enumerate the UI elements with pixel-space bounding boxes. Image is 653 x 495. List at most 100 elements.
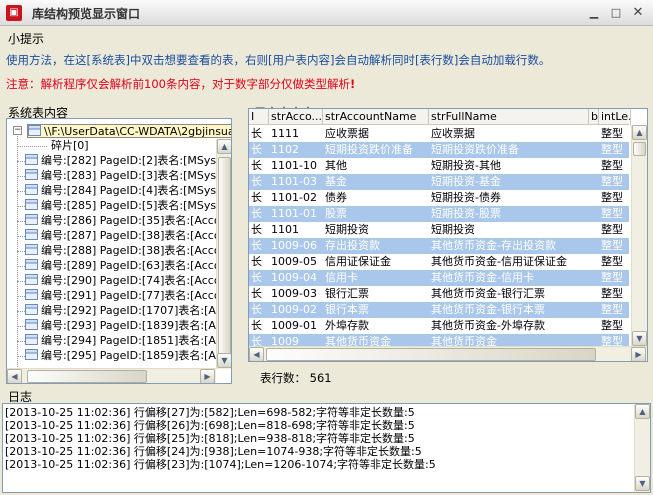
scroll-up-icon[interactable]: ▲ (632, 125, 647, 140)
tree-vscrollbar[interactable]: ▲ ▼ (216, 139, 231, 369)
tree-item[interactable]: 编号:[288] PageID:[38]表名:[Accou (25, 244, 228, 258)
tree-item-label: 编号:[293] PageID:[1839]表名:[Acc (41, 319, 228, 332)
table-cell (589, 302, 599, 318)
table-cell: 长 (251, 319, 262, 332)
column-header[interactable]: strFullName (429, 109, 589, 125)
scroll-down-icon[interactable]: ▼ (632, 331, 647, 346)
table-cell: 债券 (325, 191, 347, 204)
table-cell: 长 (251, 303, 262, 316)
user-table-grid[interactable]: I strAcco... strAccountName strFullName … (248, 108, 648, 362)
scroll-left-icon[interactable]: ◀ (249, 347, 264, 361)
table-cell (589, 142, 599, 158)
table-cell (589, 318, 599, 334)
column-header[interactable]: b (589, 109, 599, 125)
table-row[interactable]: 长 1009-01 外埠存款 其他货币资金-外埠存款 整型 (249, 318, 629, 334)
database-icon (28, 125, 41, 136)
grid-hscroll-thumb[interactable] (266, 348, 596, 361)
table-cell: 其他 (325, 159, 347, 172)
tree-vscroll-thumb[interactable] (218, 157, 231, 357)
table-icon (25, 199, 38, 210)
tree-item[interactable]: 编号:[285] PageID:[5]表名:[MSysR (25, 199, 224, 213)
tree-item-label: 编号:[295] PageID:[1859]表名:[Acc (41, 349, 228, 362)
tree-item[interactable]: 编号:[294] PageID:[1851]表名:[Acc (25, 334, 228, 348)
collapse-icon[interactable]: − (13, 126, 22, 135)
column-header[interactable]: strAccountName (323, 109, 429, 125)
table-cell: 长 (251, 175, 262, 188)
scroll-down-icon[interactable]: ▼ (217, 353, 231, 368)
grid-hscrollbar[interactable]: ◀ ▶ (249, 346, 647, 361)
table-cell (589, 222, 599, 238)
tree-item[interactable]: 编号:[292] PageID:[1707]表名:[Acc (25, 304, 228, 318)
column-header[interactable]: strAcco... (269, 109, 323, 125)
tree-item[interactable]: 编号:[293] PageID:[1839]表名:[Acc (25, 319, 228, 333)
tree-item[interactable]: 编号:[287] PageID:[38]表名:[Accou (25, 229, 228, 243)
tree-item[interactable]: 编号:[290] PageID:[74]表名:[Accou (25, 274, 228, 288)
table-cell: 1102 (271, 143, 299, 156)
table-row[interactable]: 长 1009-04 信用卡 其他货币资金-信用卡 整型 (249, 270, 629, 286)
table-cell: 长 (251, 223, 262, 236)
log-panel[interactable]: [2013-10-25 11:02:36] 行偏移[27]为:[582];Len… (2, 403, 651, 493)
table-cell: 整型 (601, 127, 623, 140)
tree-item[interactable]: 编号:[284] PageID:[4]表名:[MSysQ (25, 184, 225, 198)
tree-item[interactable]: 编号:[289] PageID:[63]表名:[Accou (25, 259, 228, 273)
table-icon (25, 259, 38, 270)
row-count-label: 表行数： (260, 371, 306, 385)
scroll-down-icon[interactable]: ▼ (635, 476, 650, 491)
table-cell: 1101 (271, 223, 299, 236)
table-row[interactable]: 长 1102 短期投资跌价准备 短期投资跌价准备 整型 (249, 142, 629, 158)
table-icon (25, 289, 38, 300)
warning-text: 注意：解析程序仅会解析前100条内容，对于数字部分仅做类型解析 (6, 77, 350, 91)
table-cell: 1111 (271, 127, 299, 140)
table-cell (589, 174, 599, 190)
scroll-right-icon[interactable]: ▶ (631, 347, 646, 361)
table-row[interactable]: 长 1009-06 存出投资款 其他货币资金-存出投资款 整型 (249, 238, 629, 254)
tree-item-label: 编号:[282] PageID:[2]表名:[MSysO (41, 154, 225, 167)
table-cell: 长 (251, 287, 262, 300)
table-cell: 长 (251, 207, 262, 220)
tree-item[interactable]: 编号:[295] PageID:[1859]表名:[Acc (25, 349, 228, 363)
table-row[interactable]: 长 1101-03 基金 短期投资-基金 整型 (249, 174, 629, 190)
table-row[interactable]: 长 1009-03 银行汇票 其他货币资金-银行汇票 整型 (249, 286, 629, 302)
hints-group-title: 小提示 (8, 32, 45, 46)
title-bar: ▣ 库结构预览显示窗口 ▁ □ ✕ (0, 0, 653, 26)
tree-item-label: 编号:[290] PageID:[74]表名:[Accou (41, 274, 228, 287)
scroll-right-icon[interactable]: ▶ (200, 369, 215, 383)
table-cell: 整型 (601, 207, 623, 220)
system-tables-tree[interactable]: − \\F:\UserData\CC-WDATA\2gbjinsuanpan\账… (6, 118, 232, 384)
scroll-up-icon[interactable]: ▲ (635, 404, 650, 419)
tree-item[interactable]: 编号:[286] PageID:[35]表名:[Accou (25, 214, 228, 228)
table-cell: 长 (251, 255, 262, 268)
table-cell (589, 190, 599, 206)
table-row[interactable]: 长 1101-10 其他 短期投资-其他 整型 (249, 158, 629, 174)
table-cell: 整型 (601, 159, 623, 172)
column-header[interactable]: I (249, 109, 269, 125)
log-vscrollbar[interactable]: ▲ ▼ (634, 404, 650, 492)
log-line: [2013-10-25 11:02:36] 行偏移[25]为:[818];Len… (5, 432, 415, 445)
table-cell: 短期投资-股票 (431, 207, 501, 220)
maximize-button[interactable]: □ (608, 6, 624, 20)
tree-item[interactable]: 编号:[283] PageID:[3]表名:[MSysAI (25, 169, 227, 183)
minimize-button[interactable]: ▁ (586, 6, 602, 20)
tree-fragment[interactable]: 碎片[0] (51, 139, 89, 153)
tree-root[interactable]: \\F:\UserData\CC-WDATA\2gbjinsuanpan\账套\… (27, 124, 231, 138)
table-row[interactable]: 长 1101-02 债券 短期投资-债券 整型 (249, 190, 629, 206)
close-button[interactable]: ✕ (630, 6, 646, 20)
warning-hint: 注意：解析程序仅会解析前100条内容，对于数字部分仅做类型解析! (6, 76, 355, 92)
table-row[interactable]: 长 1101 短期投资 短期投资 整型 (249, 222, 629, 238)
tree-item[interactable]: 编号:[282] PageID:[2]表名:[MSysO (25, 154, 225, 168)
table-row[interactable]: 长 1101-01 股票 短期投资-股票 整型 (249, 206, 629, 222)
scroll-left-icon[interactable]: ◀ (7, 369, 22, 383)
table-row[interactable]: 长 1009-02 银行本票 其他货币资金-银行本票 整型 (249, 302, 629, 318)
scroll-up-icon[interactable]: ▲ (217, 139, 231, 154)
grid-vscrollbar[interactable]: ▲ ▼ (631, 125, 647, 347)
table-row[interactable]: 长 1009-05 信用证保证金 其他货币资金-信用证保证金 整型 (249, 254, 629, 270)
tree-hscrollbar[interactable]: ◀ ▶ (7, 368, 216, 383)
tree-item-label: 编号:[286] PageID:[35]表名:[Accou (41, 214, 228, 227)
grid-vscroll-thumb[interactable] (633, 142, 646, 156)
table-row[interactable]: 长 1111 应收票据 应收票据 整型 (249, 126, 629, 142)
row-count-value: 561 (309, 371, 332, 385)
tree-hscroll-thumb[interactable] (27, 370, 147, 383)
database-icon: ▣ (6, 5, 22, 21)
column-header[interactable]: intLe... (599, 109, 631, 125)
tree-item[interactable]: 编号:[291] PageID:[77]表名:[Accou (25, 289, 228, 303)
